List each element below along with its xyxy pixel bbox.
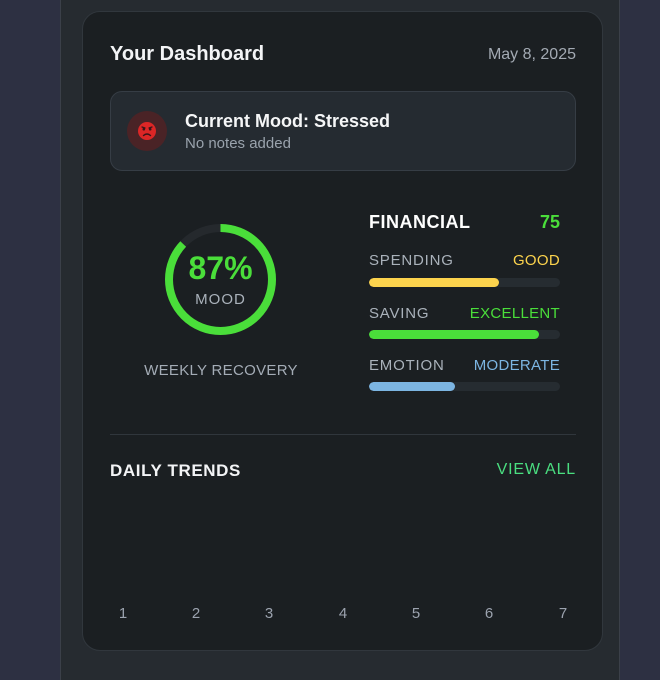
spending-label: SPENDING <box>369 252 454 269</box>
mood-ring-label: MOOD <box>195 291 246 308</box>
section-divider <box>110 434 576 435</box>
view-all-link[interactable]: VIEW ALL <box>497 460 576 480</box>
emotion-rating: MODERATE <box>473 357 560 374</box>
spending-rating: GOOD <box>512 252 560 269</box>
page-title: Your Dashboard <box>110 43 265 65</box>
emotion-bar-fill <box>369 382 455 391</box>
mood-icon-badge <box>127 111 167 151</box>
day-label: 7 <box>558 605 568 622</box>
spending-bar <box>369 278 560 287</box>
day-label: 6 <box>484 605 494 622</box>
day-label: 4 <box>338 605 348 622</box>
saving-bar-fill <box>369 330 539 339</box>
saving-rating: EXCELLENT <box>469 305 560 322</box>
mood-notes: No notes added <box>185 135 291 152</box>
emotion-bar <box>369 382 560 391</box>
saving-bar <box>369 330 560 339</box>
financial-score: 75 <box>539 212 560 232</box>
mood-percent: 87% <box>188 250 253 286</box>
current-mood-title: Current Mood: Stressed <box>185 111 391 131</box>
stressed-face-icon <box>138 122 156 140</box>
day-label: 2 <box>191 605 201 622</box>
financial-title: FINANCIAL <box>369 212 471 232</box>
weekly-recovery-caption: WEEKLY RECOVERY <box>144 362 298 379</box>
daily-trends-title: DAILY TRENDS <box>110 461 241 480</box>
day-label: 5 <box>411 605 421 622</box>
dashboard-date: May 8, 2025 <box>487 46 576 63</box>
spending-bar-fill <box>369 278 499 287</box>
day-label: 1 <box>118 605 128 622</box>
day-label: 3 <box>264 605 274 622</box>
emotion-label: EMOTION <box>369 357 445 374</box>
saving-label: SAVING <box>369 305 430 322</box>
